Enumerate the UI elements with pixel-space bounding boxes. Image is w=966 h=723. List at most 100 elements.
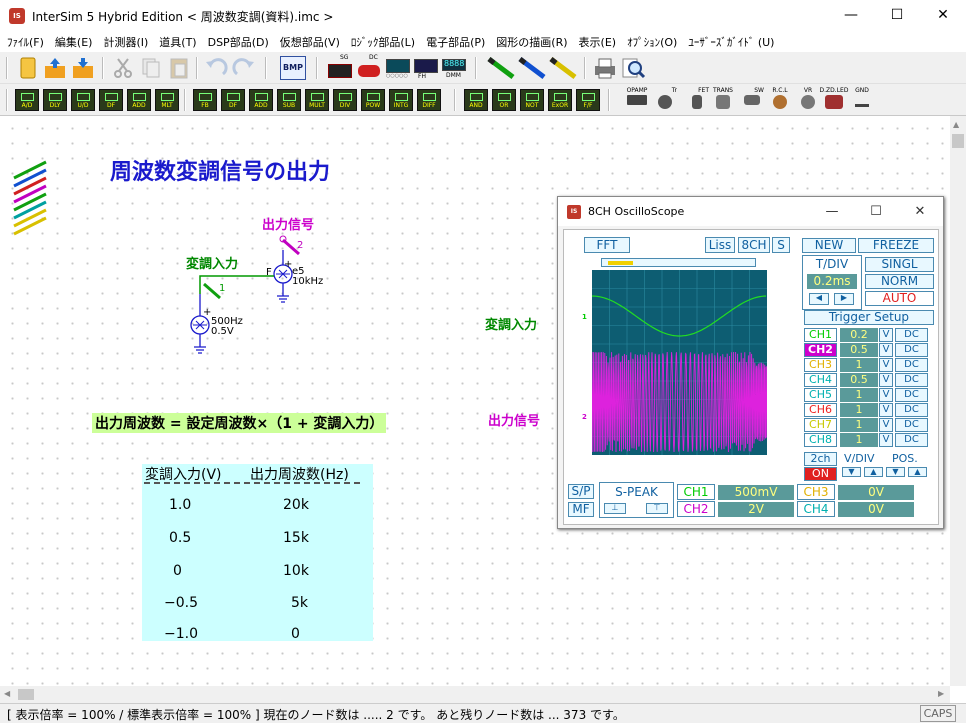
spectrum-icon[interactable]: FH bbox=[412, 56, 440, 80]
two-ch-button[interactable]: 2ch bbox=[804, 452, 837, 466]
new-file-icon[interactable] bbox=[15, 56, 41, 80]
virtual-intg-button[interactable]: INTG bbox=[389, 89, 413, 111]
close-button[interactable]: ✕ bbox=[920, 0, 966, 30]
open-file-icon[interactable] bbox=[42, 56, 68, 80]
menu-edit[interactable]: 編集(E) bbox=[48, 30, 97, 50]
channel-3-coupling-button[interactable]: DC bbox=[895, 358, 928, 372]
channel-4-button[interactable]: CH4 bbox=[804, 373, 837, 387]
menu-virtual-parts[interactable]: 仮想部品(V) bbox=[273, 30, 344, 50]
oscilloscope-maximize-button[interactable]: ☐ bbox=[854, 197, 898, 226]
trigger-setup-button[interactable]: Trigger Setup bbox=[804, 310, 934, 325]
probe-green-icon[interactable] bbox=[486, 56, 516, 80]
new-button[interactable]: NEW bbox=[802, 238, 856, 253]
oscilloscope-minimize-button[interactable]: — bbox=[810, 197, 854, 226]
bmp-export-icon[interactable]: BMP bbox=[280, 56, 306, 80]
dsp-ud-button[interactable]: U/D bbox=[71, 89, 95, 111]
fm-circuit-diagram[interactable] bbox=[180, 226, 330, 366]
virtual-sub-button[interactable]: SUB bbox=[277, 89, 301, 111]
vertical-scrollbar[interactable]: ▲ bbox=[950, 116, 966, 686]
tdiv-decrease-button[interactable]: ◀ bbox=[809, 293, 829, 305]
virtual-mult-button[interactable]: MULT bbox=[305, 89, 329, 111]
cut-icon[interactable] bbox=[110, 56, 136, 80]
virtual-df-button[interactable]: DF bbox=[221, 89, 245, 111]
channel-3-button[interactable]: CH3 bbox=[804, 358, 837, 372]
oscilloscope-close-button[interactable]: ✕ bbox=[898, 197, 942, 226]
horizontal-scrollbar[interactable]: ◀ ▶ bbox=[0, 686, 950, 703]
menu-dsp-parts[interactable]: DSP部品(D) bbox=[201, 30, 273, 50]
paste-icon[interactable] bbox=[166, 56, 192, 80]
single-trigger-button[interactable]: SINGL bbox=[865, 257, 934, 272]
vdiv-down-button[interactable]: ▼ bbox=[842, 467, 861, 477]
dc-source-icon[interactable]: DC bbox=[355, 54, 383, 80]
on-button[interactable]: ON bbox=[804, 467, 837, 481]
transistor-part-button[interactable]: Tr bbox=[653, 87, 677, 113]
channel-1-button[interactable]: CH1 bbox=[804, 328, 837, 342]
logic-ff-button[interactable]: F/F bbox=[576, 89, 600, 111]
minimize-button[interactable]: — bbox=[828, 0, 874, 30]
dsp-df-button[interactable]: DF bbox=[99, 89, 123, 111]
channel-1-coupling-button[interactable]: DC bbox=[895, 328, 928, 342]
sp-button[interactable]: S/P bbox=[568, 484, 594, 499]
s-button[interactable]: S bbox=[772, 237, 790, 253]
auto-trigger-button[interactable]: AUTO bbox=[865, 291, 934, 306]
oscilloscope-window[interactable]: IS 8CH OscilloScope — ☐ ✕ FFT Liss 8CH S… bbox=[557, 196, 944, 529]
scroll-left-icon[interactable]: ◀ bbox=[4, 689, 10, 698]
redo-icon[interactable] bbox=[231, 56, 257, 80]
maximize-button[interactable]: ☐ bbox=[874, 0, 920, 30]
print-preview-icon[interactable] bbox=[620, 56, 646, 80]
switch-part-button[interactable]: SW bbox=[740, 87, 764, 113]
menu-view[interactable]: 表示(E) bbox=[572, 30, 621, 50]
dsp-ad-button[interactable]: A/D bbox=[15, 89, 39, 111]
menu-users-guide[interactable]: ﾕｰｻﾞｰｽﾞｶﾞｲﾄﾞ (U) bbox=[681, 30, 778, 50]
speak-left-button[interactable]: ⊥ bbox=[604, 503, 626, 514]
mf-button[interactable]: MF bbox=[568, 502, 594, 517]
channel-7-button[interactable]: CH7 bbox=[804, 418, 837, 432]
menu-options[interactable]: ｵﾌﾟｼｮﾝ(O) bbox=[620, 30, 681, 50]
logic-not-button[interactable]: NOT bbox=[520, 89, 544, 111]
oscilloscope-title-bar[interactable]: IS 8CH OscilloScope — ☐ ✕ bbox=[558, 197, 943, 226]
oscilloscope-icon[interactable]: ○○○○○ bbox=[384, 56, 412, 80]
vdiv-up-button[interactable]: ▲ bbox=[864, 467, 883, 477]
time-scroll-thumb[interactable] bbox=[608, 261, 633, 265]
probe-blue-icon[interactable] bbox=[517, 56, 547, 80]
channel-5-coupling-button[interactable]: DC bbox=[895, 388, 928, 402]
logic-and-button[interactable]: AND bbox=[464, 89, 488, 111]
channel-8-coupling-button[interactable]: DC bbox=[895, 433, 928, 447]
scroll-right-icon[interactable]: ▶ bbox=[938, 689, 944, 698]
channel-8-button[interactable]: CH8 bbox=[804, 433, 837, 447]
menu-logic-parts[interactable]: ﾛｼﾞｯｸ部品(L) bbox=[344, 30, 419, 50]
fft-button[interactable]: FFT bbox=[584, 237, 630, 253]
eight-ch-button[interactable]: 8CH bbox=[738, 237, 770, 253]
channel-6-button[interactable]: CH6 bbox=[804, 403, 837, 417]
vr-part-button[interactable]: VR bbox=[796, 87, 820, 113]
horizontal-scroll-thumb[interactable] bbox=[18, 689, 34, 700]
vertical-scroll-thumb[interactable] bbox=[952, 134, 964, 148]
probe-bundle-icon[interactable] bbox=[10, 156, 52, 246]
time-scroll-bar[interactable] bbox=[601, 258, 756, 267]
channel-2-button[interactable]: CH2 bbox=[804, 343, 837, 357]
virtual-add-button[interactable]: ADD bbox=[249, 89, 273, 111]
save-file-icon[interactable] bbox=[70, 56, 96, 80]
scroll-up-icon[interactable]: ▲ bbox=[953, 120, 959, 129]
print-icon[interactable] bbox=[592, 56, 618, 80]
signal-generator-icon[interactable]: SG bbox=[326, 54, 354, 80]
pos-down-button[interactable]: ▼ bbox=[886, 467, 905, 477]
virtual-pow-button[interactable]: POW bbox=[361, 89, 385, 111]
channel-6-coupling-button[interactable]: DC bbox=[895, 403, 928, 417]
dsp-add-button[interactable]: ADD bbox=[127, 89, 151, 111]
undo-icon[interactable] bbox=[203, 56, 229, 80]
rcl-part-button[interactable]: R.C.L bbox=[766, 87, 794, 113]
dsp-dly-button[interactable]: DLY bbox=[43, 89, 67, 111]
tdiv-increase-button[interactable]: ▶ bbox=[834, 293, 854, 305]
logic-or-button[interactable]: OR bbox=[492, 89, 516, 111]
freeze-button[interactable]: FREEZE bbox=[858, 238, 934, 253]
transformer-part-button[interactable]: TRANS bbox=[710, 87, 736, 113]
lissajous-button[interactable]: Liss bbox=[705, 237, 735, 253]
gnd-part-button[interactable]: GND bbox=[850, 87, 874, 113]
menu-electronic-parts[interactable]: 電子部品(P) bbox=[419, 30, 489, 50]
menu-tools[interactable]: 道具(T) bbox=[152, 30, 200, 50]
diode-led-part-button[interactable]: D.ZD.LED bbox=[819, 87, 849, 113]
probe-yellow-icon[interactable] bbox=[548, 56, 578, 80]
menu-instruments[interactable]: 計測器(I) bbox=[96, 30, 152, 50]
logic-exor-button[interactable]: ExOR bbox=[548, 89, 572, 111]
